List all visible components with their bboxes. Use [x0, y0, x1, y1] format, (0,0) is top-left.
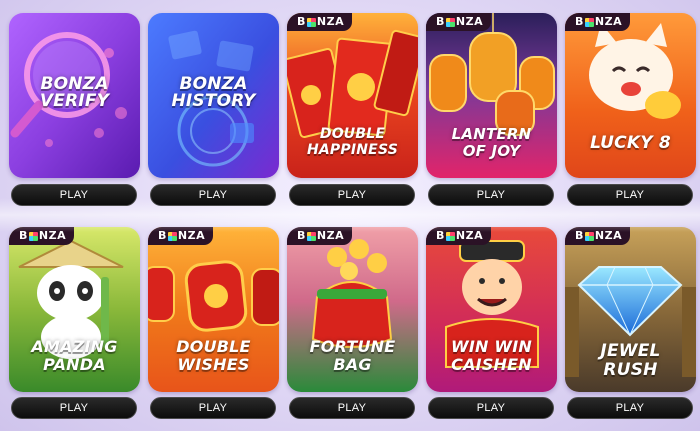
- bonza-badge: B NZA: [565, 13, 631, 31]
- lucky-8-art: [565, 13, 696, 178]
- title-line-2: WISHES: [177, 355, 250, 374]
- game-card-amazing-panda[interactable]: B NZA AMAZING PANDA: [9, 227, 140, 392]
- game-card-jewel-rush[interactable]: B NZA JEWEL RUSH: [565, 227, 696, 392]
- badge-nza: NZA: [316, 15, 345, 28]
- bonza-logo-icon: [445, 17, 455, 27]
- play-button[interactable]: PLAY: [428, 397, 554, 419]
- play-button[interactable]: PLAY: [11, 184, 137, 206]
- game-title: JEWEL RUSH: [565, 342, 696, 380]
- bonza-logo-icon: [584, 17, 594, 27]
- badge-b: B: [575, 15, 584, 28]
- bonza-logo-icon: [445, 231, 455, 241]
- title-line-1: WIN WIN: [451, 337, 532, 356]
- play-button[interactable]: PLAY: [567, 397, 693, 419]
- game-title: FORTUNE BAG: [287, 338, 418, 374]
- title-line-1: DOUBLE: [319, 126, 386, 142]
- bonza-logo-icon: [28, 231, 38, 241]
- game-title: LUCKY 8: [565, 135, 696, 152]
- title-line-2: RUSH: [603, 360, 658, 380]
- game-card-bonza-verify[interactable]: BONZA VERIFY: [9, 13, 140, 178]
- bonza-logo-icon: [306, 231, 316, 241]
- play-button[interactable]: PLAY: [289, 184, 415, 206]
- badge-b: B: [436, 15, 445, 28]
- title-line-1: DOUBLE: [176, 337, 251, 356]
- title-line-2: BAG: [333, 355, 372, 374]
- title-line-2: HISTORY: [171, 91, 256, 111]
- game-card-bonza-history[interactable]: BONZA HISTORY: [148, 13, 279, 178]
- game-card-lucky-8[interactable]: B NZA LUCKY 8: [565, 13, 696, 178]
- game-title: BONZA HISTORY: [148, 76, 279, 110]
- play-button[interactable]: PLAY: [11, 397, 137, 419]
- play-button[interactable]: PLAY: [150, 397, 276, 419]
- bonza-logo-icon: [584, 231, 594, 241]
- game-card-double-happiness[interactable]: B NZA DOUBLE HAPPINESS: [287, 13, 418, 178]
- title-line-1: LUCKY 8: [590, 133, 671, 153]
- game-title: WIN WIN CAISHEN: [426, 338, 557, 374]
- game-title: LANTERN OF JOY: [426, 126, 557, 160]
- badge-b: B: [297, 15, 306, 28]
- title-line-1: JEWEL: [600, 341, 661, 361]
- game-title: DOUBLE WISHES: [148, 338, 279, 374]
- bonza-badge: B NZA: [287, 13, 353, 31]
- game-title: BONZA VERIFY: [9, 76, 140, 110]
- play-button[interactable]: PLAY: [289, 397, 415, 419]
- title-line-2: CAISHEN: [451, 355, 532, 374]
- badge-nza: NZA: [455, 15, 484, 28]
- game-card-double-wishes[interactable]: B NZA DOUBLE WISHES: [148, 227, 279, 392]
- game-card-fortune-bag[interactable]: B NZA FORTUNE BAG: [287, 227, 418, 392]
- game-title: AMAZING PANDA: [9, 338, 140, 374]
- game-title: DOUBLE HAPPINESS: [287, 126, 418, 158]
- title-line-1: FORTUNE: [309, 337, 396, 356]
- title-line-2: OF JOY: [462, 142, 521, 160]
- bonza-logo-icon: [306, 17, 316, 27]
- game-card-win-win-caishen[interactable]: B NZA WIN WIN CAISHEN: [426, 227, 557, 392]
- play-button[interactable]: PLAY: [150, 184, 276, 206]
- bonza-badge: B NZA: [426, 13, 492, 31]
- play-button[interactable]: PLAY: [567, 184, 693, 206]
- bonza-logo-icon: [167, 231, 177, 241]
- title-line-1: LANTERN: [451, 125, 532, 143]
- badge-nza: NZA: [594, 15, 623, 28]
- title-line-2: PANDA: [43, 355, 106, 374]
- play-button[interactable]: PLAY: [428, 184, 554, 206]
- title-line-2: HAPPINESS: [306, 142, 399, 158]
- game-card-lantern-of-joy[interactable]: B NZA LANTERN OF JOY: [426, 13, 557, 178]
- title-line-1: AMAZING: [31, 337, 118, 356]
- title-line-2: VERIFY: [39, 91, 110, 111]
- game-grid: BONZA VERIFY BONZA HISTORY B NZA DOUBLE …: [0, 0, 700, 431]
